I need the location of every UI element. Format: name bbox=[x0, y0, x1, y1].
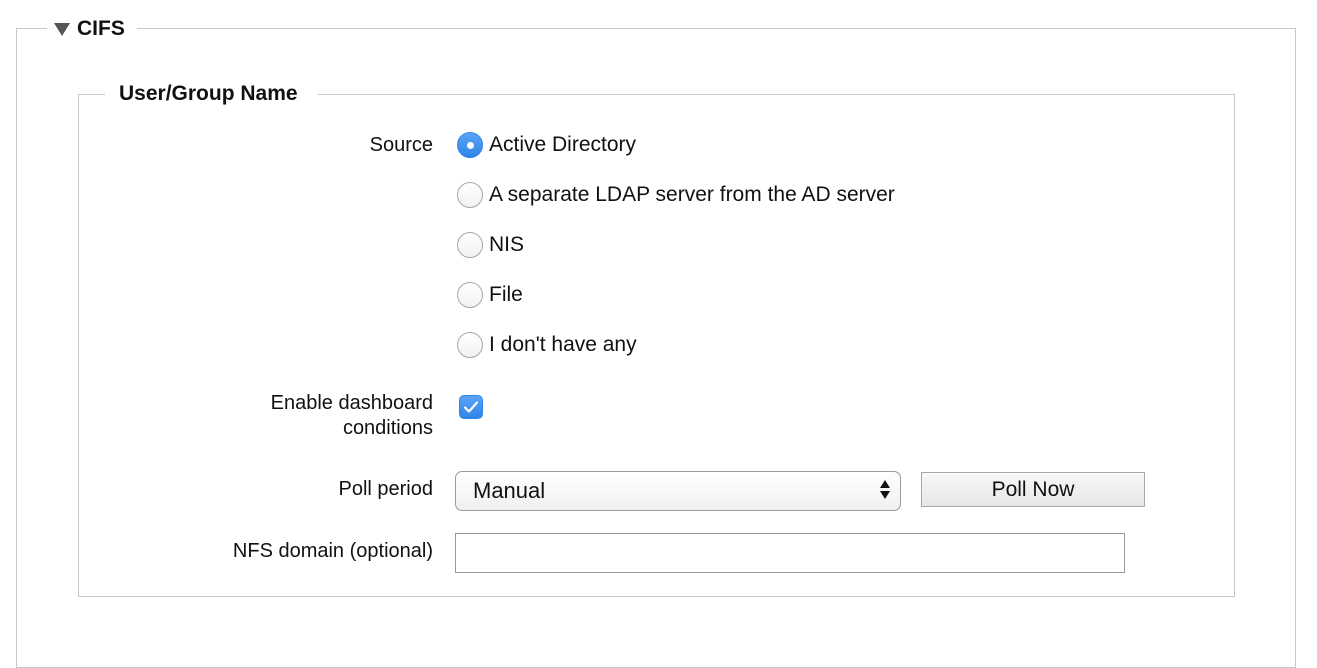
enable-dashboard-label: Enable dashboard conditions bbox=[271, 391, 433, 441]
radio-label: I don't have any bbox=[489, 333, 637, 356]
radio-label: A separate LDAP server from the AD serve… bbox=[489, 183, 895, 206]
checkmark-icon bbox=[463, 401, 479, 413]
radio-label: File bbox=[489, 283, 523, 306]
poll-period-select[interactable]: Manual bbox=[455, 471, 901, 511]
user-group-name-legend: User/Group Name bbox=[105, 80, 318, 108]
source-option-file[interactable]: File bbox=[457, 280, 523, 310]
radio-unchecked-icon[interactable] bbox=[457, 182, 483, 208]
collapse-toggle-button[interactable] bbox=[47, 15, 77, 43]
radio-unchecked-icon[interactable] bbox=[457, 282, 483, 308]
radio-unchecked-icon[interactable] bbox=[457, 232, 483, 258]
enable-dashboard-label-line1: Enable dashboard bbox=[270, 392, 433, 414]
enable-dashboard-label-line2: conditions bbox=[342, 417, 433, 439]
cifs-section-header: CIFS bbox=[47, 15, 137, 43]
source-option-ldap[interactable]: A separate LDAP server from the AD serve… bbox=[457, 180, 895, 210]
poll-period-value: Manual bbox=[473, 478, 546, 503]
source-option-active-directory[interactable]: Active Directory bbox=[457, 130, 636, 160]
nfs-domain-input[interactable] bbox=[455, 533, 1125, 573]
source-option-none[interactable]: I don't have any bbox=[457, 330, 637, 360]
triangle-down-icon bbox=[54, 22, 70, 36]
poll-period-label: Poll period bbox=[338, 478, 433, 500]
source-label: Source bbox=[369, 134, 433, 156]
poll-now-button[interactable]: Poll Now bbox=[921, 472, 1145, 507]
radio-label: NIS bbox=[489, 233, 525, 256]
radio-checked-icon[interactable] bbox=[457, 132, 483, 158]
radio-unchecked-icon[interactable] bbox=[457, 332, 483, 358]
select-arrows-icon bbox=[880, 480, 890, 499]
section-title: CIFS bbox=[77, 17, 125, 40]
enable-dashboard-checkbox[interactable] bbox=[459, 395, 483, 419]
user-group-name-fieldset: User/Group Name bbox=[78, 80, 1235, 597]
source-option-nis[interactable]: NIS bbox=[457, 230, 524, 260]
nfs-domain-label: NFS domain (optional) bbox=[232, 540, 433, 562]
radio-label: Active Directory bbox=[489, 133, 637, 156]
